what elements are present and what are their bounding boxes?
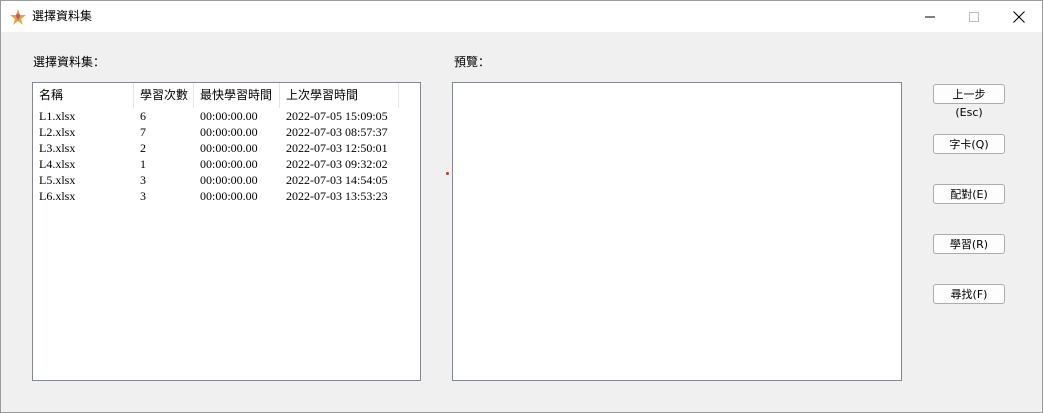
table-row[interactable]: L3.xlsx 2 00:00:00.00 2022-07-03 12:50:0… <box>33 140 420 156</box>
cell-fastest-time: 00:00:00.00 <box>200 173 258 187</box>
dataset-selection-window: 選擇資料集 選擇資料集： 預覽： 名稱 學習次數 最快學習時間 上次學習時間 L… <box>0 0 1043 413</box>
column-header-name[interactable]: 名稱 <box>33 83 134 108</box>
match-button[interactable]: 配對(E) <box>933 184 1005 204</box>
minimize-icon <box>925 16 935 17</box>
preview-label: 預覽： <box>454 55 491 69</box>
close-icon <box>1013 10 1025 23</box>
cell-study-count: 7 <box>140 125 146 139</box>
cell-study-count: 6 <box>140 109 146 123</box>
cell-fastest-time: 00:00:00.00 <box>200 189 258 203</box>
find-button[interactable]: 尋找(F) <box>933 284 1005 304</box>
cell-name: L5.xlsx <box>39 173 76 187</box>
cell-last-studied: 2022-07-03 09:32:02 <box>286 157 388 171</box>
cell-fastest-time: 00:00:00.00 <box>200 109 258 123</box>
table-row[interactable]: L6.xlsx 3 00:00:00.00 2022-07-03 13:53:2… <box>33 188 420 204</box>
cell-last-studied: 2022-07-03 13:53:23 <box>286 189 388 203</box>
cell-fastest-time: 00:00:00.00 <box>200 141 258 155</box>
close-button[interactable] <box>996 1 1042 32</box>
cell-fastest-time: 00:00:00.00 <box>200 125 258 139</box>
minimize-button[interactable] <box>907 1 953 32</box>
cell-last-studied: 2022-07-03 14:54:05 <box>286 173 388 187</box>
cell-last-studied: 2022-07-03 08:57:37 <box>286 125 388 139</box>
cell-study-count: 3 <box>140 189 146 203</box>
cell-study-count: 2 <box>140 141 146 155</box>
maximize-button[interactable] <box>951 1 997 32</box>
cell-name: L3.xlsx <box>39 141 76 155</box>
cell-name: L1.xlsx <box>39 109 76 123</box>
table-row[interactable]: L4.xlsx 1 00:00:00.00 2022-07-03 09:32:0… <box>33 156 420 172</box>
preview-panel[interactable] <box>452 82 902 381</box>
cell-study-count: 3 <box>140 173 146 187</box>
marker-dot <box>446 172 449 175</box>
window-title: 選擇資料集 <box>32 9 93 23</box>
cell-last-studied: 2022-07-05 15:09:05 <box>286 109 388 123</box>
table-row[interactable]: L5.xlsx 3 00:00:00.00 2022-07-03 14:54:0… <box>33 172 420 188</box>
table-row[interactable]: L1.xlsx 6 00:00:00.00 2022-07-05 15:09:0… <box>33 108 420 124</box>
cell-study-count: 1 <box>140 157 146 171</box>
cell-name: L6.xlsx <box>39 189 76 203</box>
column-header-study-count[interactable]: 學習次數 <box>134 83 194 108</box>
column-header-last-studied[interactable]: 上次學習時間 <box>280 83 399 108</box>
title-bar[interactable]: 選擇資料集 <box>1 1 1042 32</box>
maximize-icon <box>969 11 979 22</box>
app-logo-icon <box>10 9 26 25</box>
learn-button[interactable]: 學習(R) <box>933 234 1005 254</box>
flashcard-button[interactable]: 字卡(Q) <box>933 134 1005 154</box>
dataset-list[interactable]: 名稱 學習次數 最快學習時間 上次學習時間 L1.xlsx 6 00:00:00… <box>32 82 421 381</box>
table-row[interactable]: L2.xlsx 7 00:00:00.00 2022-07-03 08:57:3… <box>33 124 420 140</box>
column-header-fastest-time[interactable]: 最快學習時間 <box>194 83 280 108</box>
cell-name: L2.xlsx <box>39 125 76 139</box>
datasets-label: 選擇資料集： <box>33 55 106 69</box>
cell-last-studied: 2022-07-03 12:50:01 <box>286 141 388 155</box>
list-header: 名稱 學習次數 最快學習時間 上次學習時間 <box>33 83 420 108</box>
cell-fastest-time: 00:00:00.00 <box>200 157 258 171</box>
back-button[interactable]: 上一步(Esc) <box>933 84 1005 119</box>
cell-name: L4.xlsx <box>39 157 76 171</box>
